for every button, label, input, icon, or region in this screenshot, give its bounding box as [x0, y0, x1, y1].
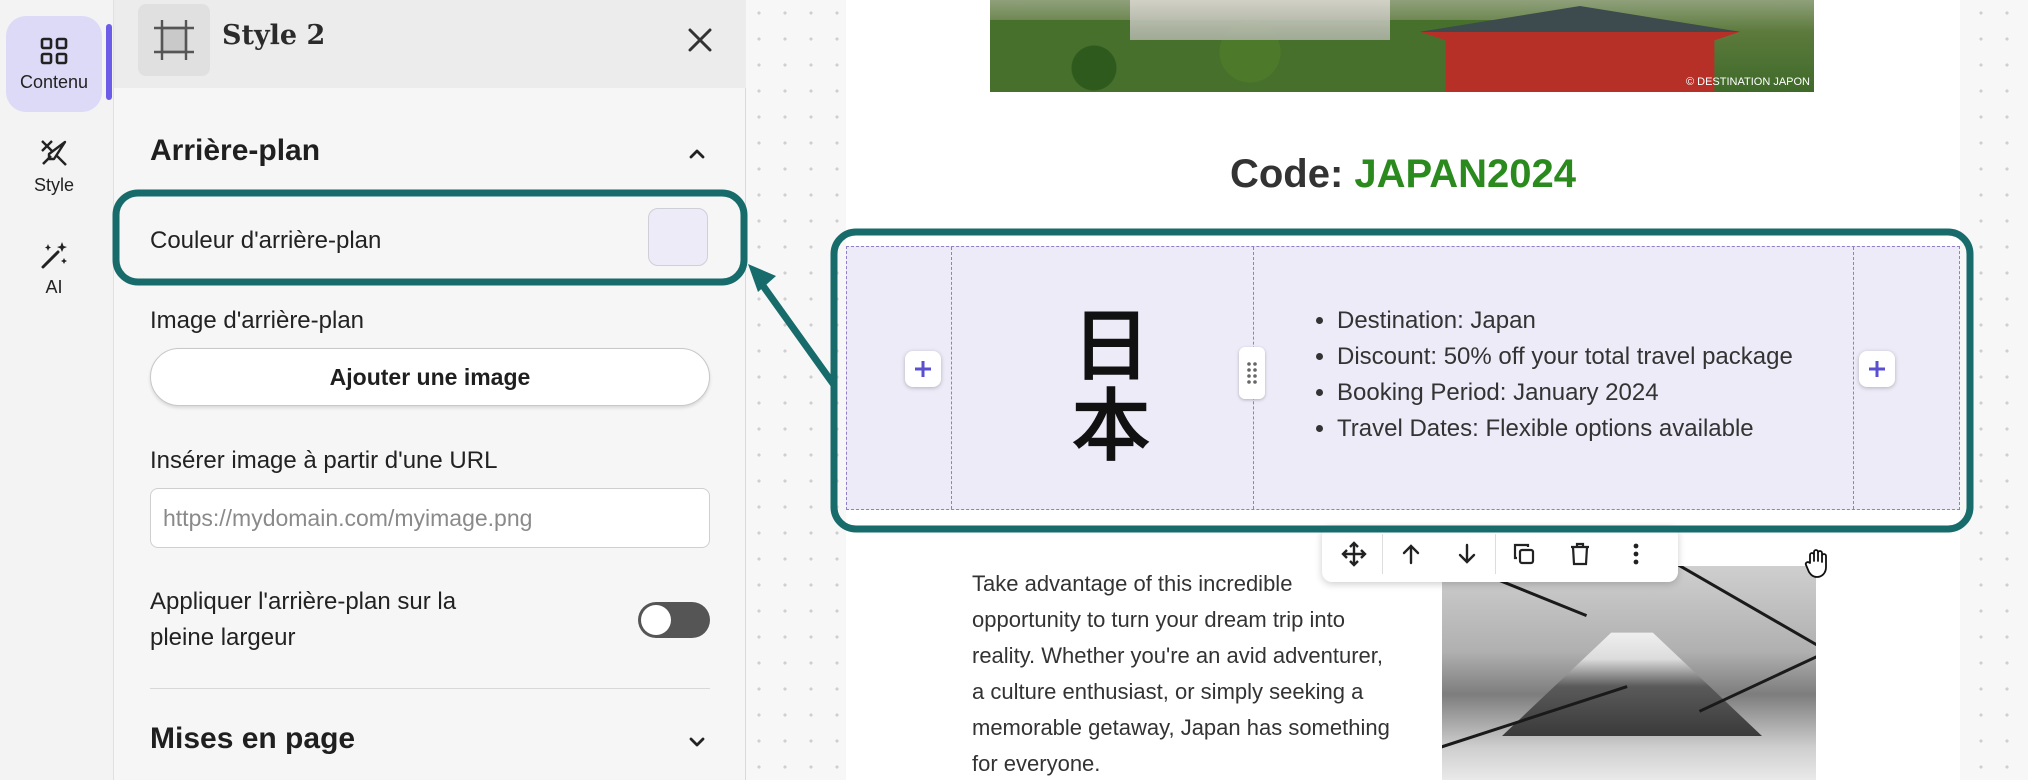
code-value: JAPAN2024	[1354, 152, 1577, 196]
column-resize-handle[interactable]	[1239, 347, 1265, 399]
trash-icon	[1571, 542, 1589, 566]
chevron-down-icon[interactable]	[685, 730, 709, 754]
left-rail: Contenu Style AI	[0, 0, 114, 780]
url-label: Insérer image à partir d'une URL	[150, 447, 498, 474]
move-icon	[1341, 541, 1367, 567]
tree-branch	[1698, 642, 1816, 713]
magic-wand-icon	[41, 241, 67, 268]
arrow-up-icon	[1402, 544, 1420, 565]
code-prefix: Code:	[1229, 152, 1355, 196]
list-item: Booking Period: January 2024	[1337, 375, 1793, 411]
tree-branch	[1673, 566, 1816, 654]
hero-credit: © DESTINATION JAPON	[1685, 76, 1810, 88]
add-column-left-button[interactable]	[905, 351, 941, 387]
column-guide	[1853, 247, 1854, 509]
editor-canvas: © DESTINATION JAPON Code: JAPAN2024 日本 •…	[746, 0, 2028, 780]
rail-item-ai[interactable]: AI	[6, 220, 102, 316]
list-item: Destination: Japan	[1337, 303, 1793, 339]
panel-header: Style 2	[114, 0, 746, 88]
column-guide	[951, 247, 952, 509]
fuji-mountain	[1502, 632, 1762, 736]
bg-color-swatch[interactable]	[648, 208, 708, 266]
body-paragraph[interactable]: Take advantage of this incredible opport…	[972, 566, 1392, 780]
email-body: © DESTINATION JAPON Code: JAPAN2024 日本 •…	[846, 0, 1960, 780]
plus-icon	[1869, 361, 1885, 377]
fuji-image[interactable]	[1442, 566, 1816, 780]
section-title-layouts[interactable]: Mises en page	[150, 722, 355, 756]
active-indicator	[106, 24, 112, 100]
move-button[interactable]	[1326, 526, 1382, 582]
bg-color-label: Couleur d'arrière-plan	[150, 227, 382, 254]
toggle-knob	[641, 605, 671, 635]
close-icon	[688, 28, 712, 52]
close-button[interactable]	[680, 20, 720, 60]
list-item: Discount: 50% off your total travel pack…	[1337, 339, 1793, 375]
full-width-toggle[interactable]	[638, 602, 710, 638]
move-down-button[interactable]	[1439, 526, 1495, 582]
settings-panel: Style 2 Arrière-plan Couleur d'arrière-p…	[114, 0, 746, 780]
delete-button[interactable]	[1552, 526, 1608, 582]
brush-icon	[41, 139, 67, 166]
section-title-background[interactable]: Arrière-plan	[150, 134, 320, 168]
panel-title: Style 2	[222, 20, 326, 51]
move-up-button[interactable]	[1383, 526, 1439, 582]
plus-icon	[915, 361, 931, 377]
duplicate-button[interactable]	[1496, 526, 1552, 582]
offer-details-list[interactable]: Destination: Japan Discount: 50% off you…	[1337, 303, 1793, 447]
hand-cursor-icon	[1800, 545, 1836, 589]
chevron-up-icon[interactable]	[685, 142, 709, 166]
hero-image[interactable]: © DESTINATION JAPON	[990, 0, 1814, 92]
duplicate-icon	[1513, 543, 1535, 565]
rail-label-ai: AI	[45, 276, 63, 297]
bg-image-label: Image d'arrière-plan	[150, 307, 365, 334]
divider	[150, 688, 710, 689]
add-image-button[interactable]: Ajouter une image	[150, 348, 710, 406]
list-item: Travel Dates: Flexible options available	[1337, 411, 1793, 447]
more-options-button[interactable]	[1608, 526, 1664, 582]
kanji-image[interactable]: 日本	[1051, 307, 1171, 467]
rail-item-style[interactable]: Style	[6, 118, 102, 214]
rail-label-contenu: Contenu	[19, 71, 89, 92]
drag-dots-icon	[1247, 362, 1257, 384]
selected-row-block[interactable]: 日本 Destination: Japan Discount: 50% off …	[846, 246, 1960, 510]
arrow-down-icon	[1458, 543, 1476, 564]
hero-city	[1130, 0, 1390, 40]
full-width-label: Appliquer l'arrière-plan sur la pleine l…	[150, 588, 457, 651]
more-vertical-icon	[1633, 543, 1639, 565]
rail-item-contenu[interactable]: Contenu	[6, 16, 102, 112]
grid-icon	[40, 37, 68, 64]
rail-label-style: Style	[33, 174, 75, 195]
add-column-right-button[interactable]	[1859, 351, 1895, 387]
promo-code[interactable]: Code: JAPAN2024	[846, 152, 1960, 197]
block-frame-icon	[138, 4, 210, 76]
row-toolbar	[1322, 526, 1678, 582]
image-url-input[interactable]	[150, 488, 710, 548]
